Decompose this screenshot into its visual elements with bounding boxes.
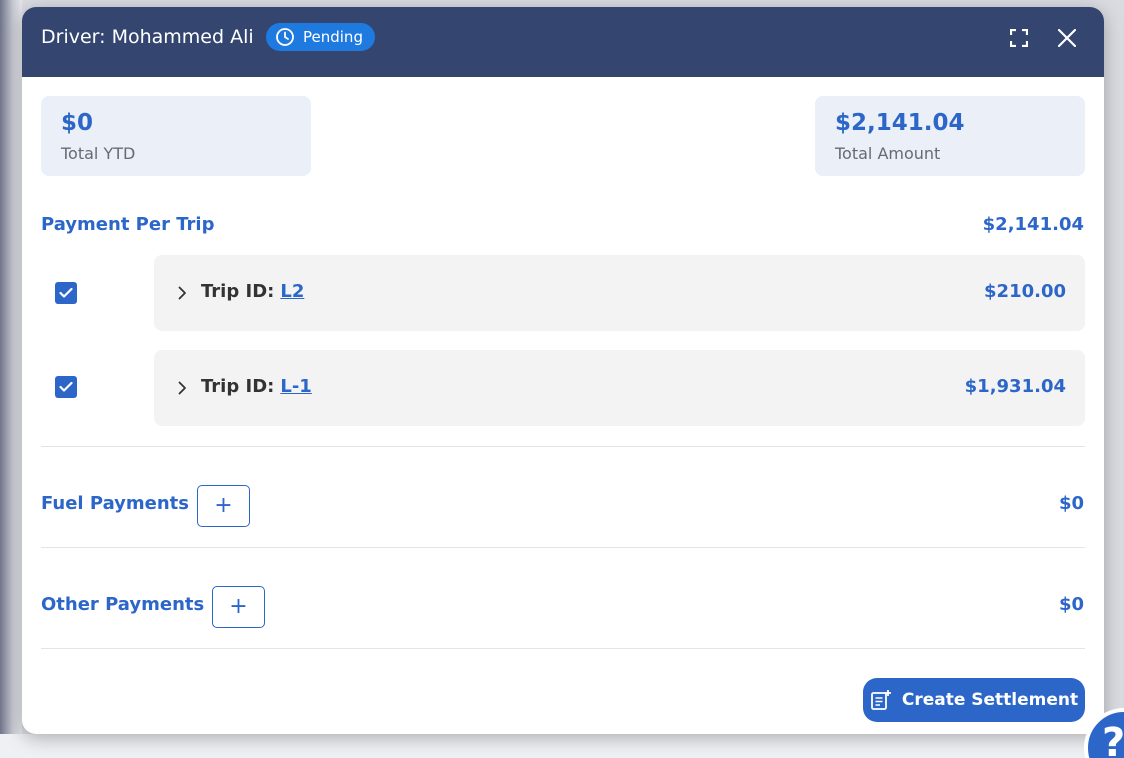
trip-amount: $210.00 [984,281,1066,302]
fullscreen-button[interactable] [1005,24,1033,52]
trip-id-link[interactable]: L-1 [280,376,311,397]
fullscreen-icon [1010,29,1028,47]
trip-checkbox-l2[interactable] [55,282,77,304]
check-icon [59,381,73,392]
fuel-payments-title: Fuel Payments [41,493,189,514]
trip-row[interactable]: Trip ID: L2 $210.00 [154,255,1085,331]
add-fuel-payment-button[interactable]: + [197,485,250,527]
trip-checkbox-l-1[interactable] [55,376,77,398]
help-icon: ? [1102,720,1124,758]
create-settlement-button[interactable]: Create Settlement [863,678,1085,722]
total-ytd-value: $0 [61,110,94,136]
payment-per-trip-amount: $2,141.04 [982,214,1084,235]
close-icon [1058,29,1076,47]
divider [41,648,1085,649]
check-icon [59,287,73,298]
modal-header: Driver: Mohammed Ali Pending [22,7,1104,77]
other-payments-title: Other Payments [41,594,205,615]
total-amount-label: Total Amount [835,144,941,163]
clock-icon [276,28,294,46]
status-badge: Pending [266,23,375,51]
driver-title: Driver: Mohammed Ali [41,26,254,48]
close-button[interactable] [1053,24,1081,52]
status-text: Pending [303,28,363,46]
trip-amount: $1,931.04 [964,376,1066,397]
trip-label: Trip ID: L-1 [201,376,312,397]
total-amount-value: $2,141.04 [835,110,965,136]
trip-id-link[interactable]: L2 [280,281,304,302]
divider [41,547,1085,548]
total-amount-card: $2,141.04 Total Amount [815,96,1085,176]
create-settlement-label: Create Settlement [901,690,1079,710]
settlement-modal: Driver: Mohammed Ali Pending $0 Total YT… [22,7,1104,734]
trip-label-text: Trip ID: [201,281,275,302]
trip-label-text: Trip ID: [201,376,275,397]
add-other-payment-button[interactable]: + [212,586,265,628]
backdrop-bottom [0,734,1124,758]
divider [41,446,1085,447]
plus-icon: + [214,493,233,518]
total-ytd-label: Total YTD [61,144,136,163]
chevron-right-icon[interactable] [174,377,190,399]
fuel-payments-amount: $0 [1058,493,1084,514]
other-payments-amount: $0 [1058,594,1084,615]
trip-label: Trip ID: L2 [201,281,304,302]
chevron-right-icon[interactable] [174,282,190,304]
payment-per-trip-title: Payment Per Trip [41,214,215,235]
trip-row[interactable]: Trip ID: L-1 $1,931.04 [154,350,1085,426]
plus-icon: + [229,594,248,619]
document-add-icon [870,690,891,710]
backdrop-left [0,0,22,758]
total-ytd-card: $0 Total YTD [41,96,311,176]
